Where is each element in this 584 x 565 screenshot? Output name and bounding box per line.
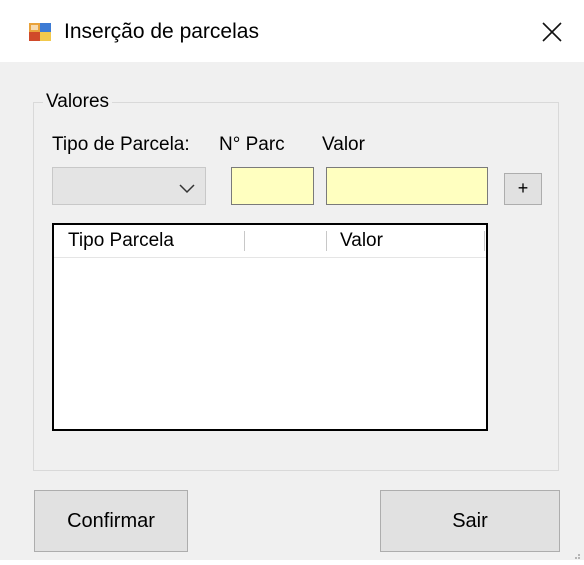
valor-label: Valor — [322, 134, 365, 155]
close-icon — [520, 22, 584, 58]
window-title: Inserção de parcelas — [64, 20, 259, 43]
column-separator[interactable] — [484, 231, 485, 251]
chevron-down-icon — [179, 181, 195, 194]
confirm-button[interactable]: Confirmar — [34, 490, 188, 552]
column-header-valor[interactable]: Valor — [340, 229, 383, 253]
add-parcel-button[interactable]: + — [504, 173, 542, 205]
parcels-listview[interactable]: Tipo Parcela Valor — [52, 223, 488, 431]
valor-input[interactable] — [326, 167, 488, 205]
groupbox-caption: Valores — [43, 90, 113, 114]
exit-button[interactable]: Sair — [380, 490, 560, 552]
column-separator[interactable] — [244, 231, 245, 251]
form-body: Valores Tipo de Parcela: N° Parc Valor +… — [0, 62, 584, 560]
tipo-parcela-label: Tipo de Parcela: — [52, 134, 190, 155]
num-parc-input[interactable] — [231, 167, 314, 205]
column-separator[interactable] — [326, 231, 327, 251]
column-header-tipo-parcela[interactable]: Tipo Parcela — [68, 229, 174, 253]
close-button[interactable] — [520, 10, 584, 54]
form-window-icon — [29, 23, 51, 41]
values-groupbox: Valores Tipo de Parcela: N° Parc Valor +… — [33, 90, 559, 471]
listview-header: Tipo Parcela Valor — [54, 225, 486, 258]
resize-grip-icon[interactable] — [571, 547, 581, 559]
tipo-parcela-combobox[interactable] — [52, 167, 206, 205]
title-bar: Inserção de parcelas — [0, 0, 584, 62]
num-parc-label: N° Parc — [219, 134, 285, 155]
